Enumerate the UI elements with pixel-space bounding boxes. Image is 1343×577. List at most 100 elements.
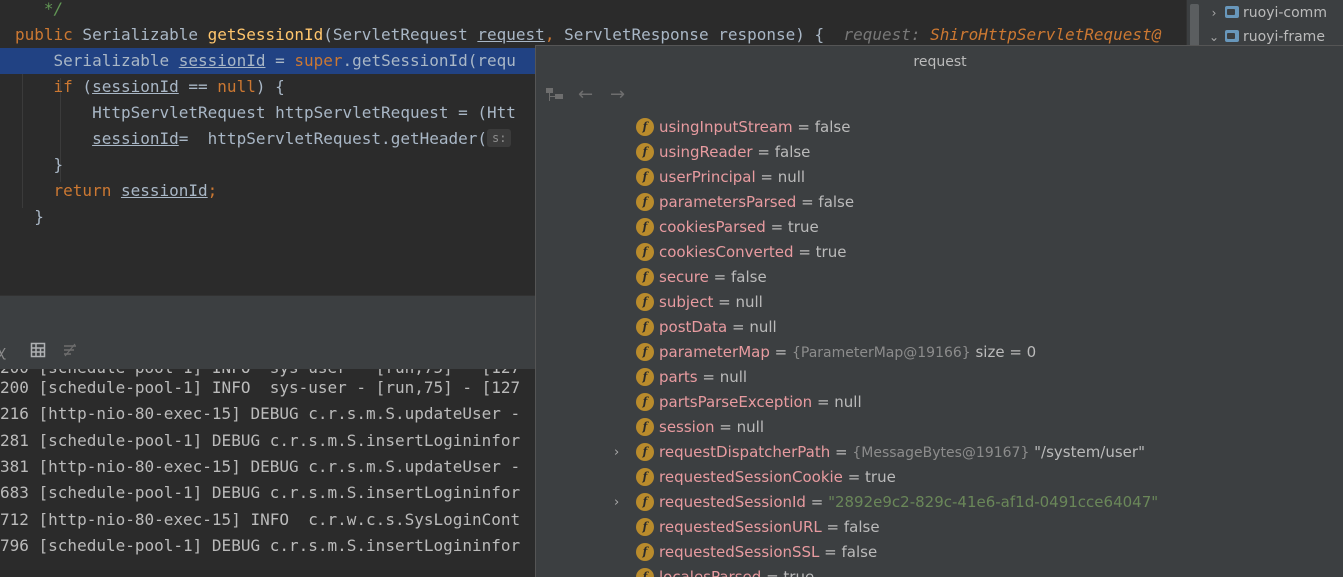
field-name: postData <box>659 318 728 336</box>
debug-field-row[interactable]: f usingReader = false <box>536 140 1343 165</box>
debug-field-row[interactable]: › f requestDispatcherPath = {MessageBytes@… <box>536 440 1343 465</box>
log-line: 281 [schedule-pool-1] DEBUG c.r.s.m.S.in… <box>0 430 521 450</box>
chevron-icon[interactable]: › <box>1207 1 1221 25</box>
debug-field-row[interactable]: f session = null <box>536 415 1343 440</box>
field-value: false <box>843 518 880 536</box>
field-value: null <box>749 318 777 336</box>
field-name: userPrincipal <box>659 168 756 186</box>
debug-field-row[interactable]: f requestedSessionCookie = true <box>536 465 1343 490</box>
code-token: Serializable <box>15 51 179 70</box>
code-token: if <box>53 77 73 96</box>
back-arrow-icon[interactable]: ← <box>578 84 593 106</box>
expand-chevron-icon[interactable]: › <box>614 440 619 465</box>
field-name: session <box>659 418 715 436</box>
field-name: cookiesParsed <box>659 218 766 236</box>
code-token: HttpServletRequest httpServletRequest = … <box>15 103 516 122</box>
field-separator: = <box>727 318 750 336</box>
field-icon: f <box>636 418 654 436</box>
field-separator: = <box>697 368 720 386</box>
debug-field-row[interactable]: f userPrincipal = null <box>536 165 1343 190</box>
debug-field-row[interactable]: › f requestedSessionId = "2892e9c2-829c-41… <box>536 490 1343 515</box>
field-value: false <box>730 268 767 286</box>
field-name: requestDispatcherPath <box>659 443 831 461</box>
field-name: usingInputStream <box>659 118 793 136</box>
code-token: ServletResponse response) { <box>564 25 844 44</box>
field-icon: f <box>636 443 654 461</box>
field-separator: = <box>819 543 842 561</box>
field-text: requestedSessionId = "2892e9c2-829c-41e6… <box>659 490 1158 515</box>
code-token: return <box>53 181 112 200</box>
code-token: public <box>15 25 73 44</box>
field-name: parts <box>659 368 698 386</box>
field-separator: = <box>812 393 835 411</box>
debug-field-row[interactable]: f localesParsed = true <box>536 565 1343 577</box>
debug-field-row[interactable]: f requestedSessionURL = false <box>536 515 1343 540</box>
debugger-inspect-popup[interactable]: request ← → f usingInputStream = false f us… <box>535 45 1343 577</box>
debug-field-row[interactable]: f parts = null <box>536 365 1343 390</box>
tree-view-icon[interactable] <box>546 88 564 102</box>
close-glyph-icon[interactable]: ꭓ <box>0 342 10 360</box>
code-token: sessionId <box>120 181 208 200</box>
code-token: sessionId <box>92 77 179 96</box>
debug-field-row[interactable]: f requestedSessionSSL = false <box>536 540 1343 565</box>
code-token: super <box>294 51 343 70</box>
field-separator: = <box>792 118 815 136</box>
field-string-value: "2892e9c2-829c-41e6-af1d-0491cce64047" <box>828 493 1159 511</box>
log-line: 200 [schedule-pool-1] INFO sys-user - [r… <box>0 378 521 397</box>
field-icon: f <box>636 143 654 161</box>
code-token: = httpServletRequest.getHeader( <box>178 129 488 148</box>
debug-field-row[interactable]: f subject = null <box>536 290 1343 315</box>
field-value: null <box>735 293 763 311</box>
code-token: null <box>217 77 256 96</box>
code-token: (ServletRequest <box>323 25 478 44</box>
code-token: ) { <box>255 77 285 96</box>
field-icon: f <box>636 118 654 136</box>
field-icon: f <box>636 393 654 411</box>
code-token: */ <box>43 0 64 18</box>
field-text: parts = null <box>659 365 747 390</box>
soft-wrap-icon[interactable] <box>61 342 79 360</box>
field-text: requestedSessionSSL = false <box>659 540 877 565</box>
inline-debug-value: ShiroHttpServletRequest@ <box>930 25 1162 44</box>
debug-field-row[interactable]: f postData = null <box>536 315 1343 340</box>
field-text: parameterMap = {ParameterMap@19166} size… <box>659 340 1036 366</box>
field-value: true <box>865 468 896 486</box>
field-separator: = <box>713 293 736 311</box>
table-view-icon[interactable] <box>29 342 47 360</box>
debug-field-row[interactable]: f secure = false <box>536 265 1343 290</box>
code-line[interactable]: */ <box>0 0 1186 22</box>
field-name: secure <box>659 268 709 286</box>
code-token: = <box>265 51 295 70</box>
field-text: requestedSessionCookie = true <box>659 465 896 490</box>
field-icon: f <box>636 193 654 211</box>
field-name: usingReader <box>659 143 753 161</box>
field-value: true <box>787 218 819 236</box>
field-value: null <box>834 393 862 411</box>
field-text: userPrincipal = null <box>659 165 805 190</box>
log-line: 796 [schedule-pool-1] DEBUG c.r.s.m.S.in… <box>0 535 521 555</box>
field-icon: f <box>636 268 654 286</box>
field-list: f usingInputStream = false f usingReader = … <box>536 115 1343 577</box>
forward-arrow-icon[interactable]: → <box>610 84 625 106</box>
debug-field-row[interactable]: f usingInputStream = false <box>536 115 1343 140</box>
debug-field-row[interactable]: f partsParseException = null <box>536 390 1343 415</box>
project-tree-item[interactable]: › ruoyi-comm <box>1207 1 1327 25</box>
debug-field-row[interactable]: f parametersParsed = false <box>536 190 1343 215</box>
field-icon: f <box>636 518 654 536</box>
field-separator: = <box>793 243 816 261</box>
field-separator: = <box>805 493 829 511</box>
console-output[interactable]: 200 [schedule-pool-1] INFO sys-user - [r… <box>0 369 535 576</box>
code-token: , <box>544 25 565 44</box>
debug-field-row[interactable]: f cookiesParsed = true <box>536 215 1343 240</box>
log-line: 216 [http-nio-80-exec-15] DEBUG c.r.s.m.… <box>0 404 521 424</box>
debug-field-row[interactable]: f cookiesConverted = true <box>536 240 1343 265</box>
tree-scrollbar[interactable] <box>1190 4 1199 48</box>
module-folder-icon <box>1225 30 1239 42</box>
expand-chevron-icon[interactable]: › <box>614 490 619 515</box>
field-text: requestDispatcherPath = {MessageBytes@19… <box>659 440 1145 466</box>
debug-field-row[interactable]: f parameterMap = {ParameterMap@19166} siz… <box>536 340 1343 365</box>
popup-title: request <box>913 54 967 70</box>
field-separator: = <box>796 193 819 211</box>
field-name: requestedSessionCookie <box>659 468 843 486</box>
